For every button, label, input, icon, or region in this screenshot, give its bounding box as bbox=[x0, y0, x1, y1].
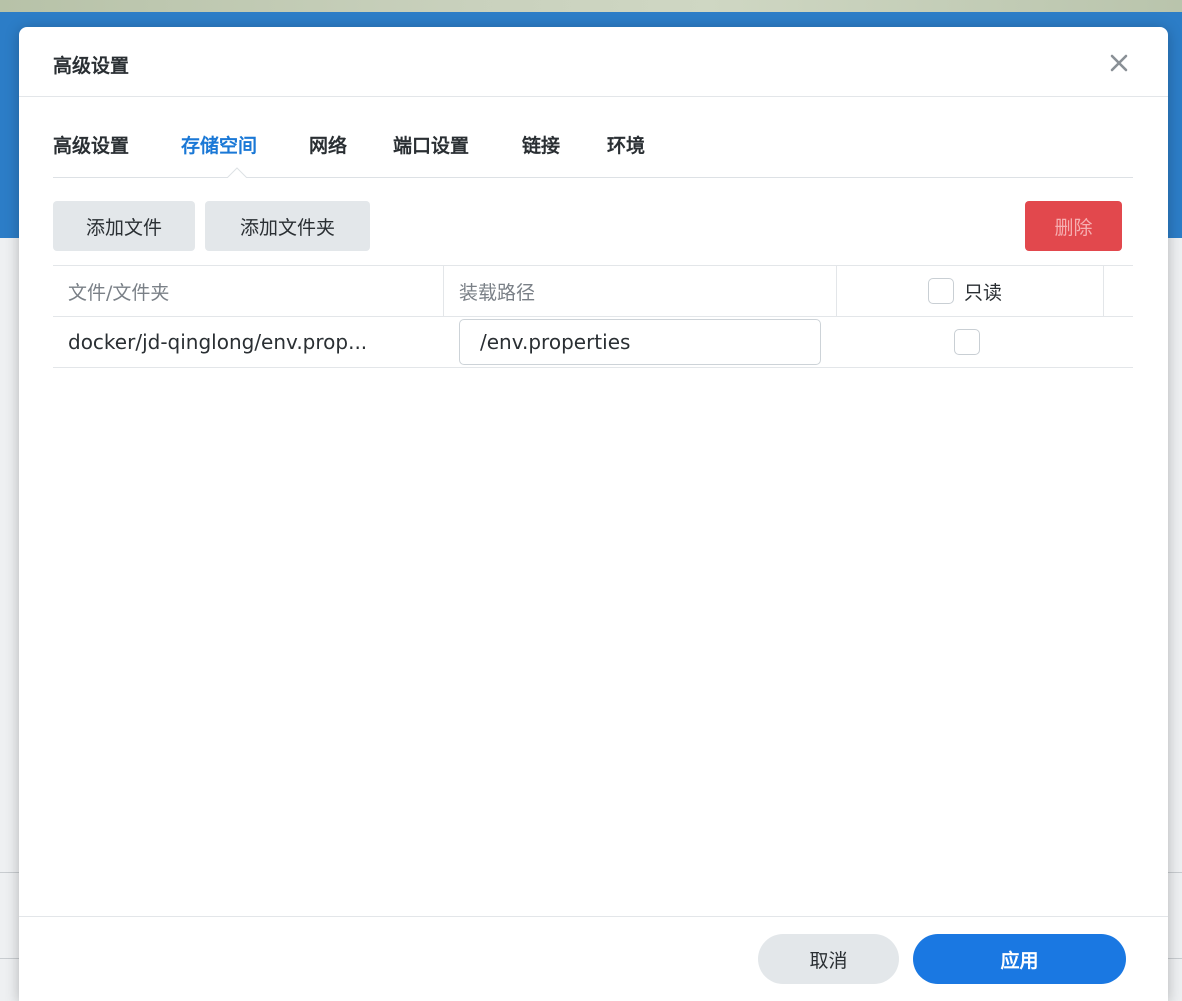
readonly-checkbox[interactable] bbox=[954, 329, 980, 355]
column-header-file-folder[interactable]: 文件/文件夹 bbox=[68, 266, 169, 316]
tab-storage[interactable]: 存储空间 bbox=[181, 131, 257, 158]
column-separator bbox=[836, 266, 837, 316]
column-separator bbox=[1103, 266, 1104, 316]
mount-path-input[interactable] bbox=[459, 319, 821, 365]
table-row[interactable]: docker/jd-qinglong/env.prop... bbox=[53, 317, 1133, 368]
readonly-select-all-checkbox[interactable] bbox=[928, 278, 954, 304]
advanced-settings-dialog: 高级设置 高级设置 存储空间 网络 端口设置 链接 环境 添加文件 添加文件夹 … bbox=[19, 27, 1168, 1001]
footer-divider bbox=[19, 916, 1168, 917]
file-path-cell: docker/jd-qinglong/env.prop... bbox=[68, 330, 368, 354]
readonly-header-label: 只读 bbox=[964, 281, 1003, 304]
cancel-button[interactable]: 取消 bbox=[758, 934, 899, 984]
active-tab-caret-icon bbox=[227, 167, 247, 178]
tabs-divider bbox=[53, 177, 1133, 178]
close-icon[interactable] bbox=[1105, 49, 1133, 77]
tab-links[interactable]: 链接 bbox=[522, 131, 560, 158]
title-divider bbox=[19, 96, 1168, 97]
tab-advanced-settings[interactable]: 高级设置 bbox=[53, 131, 129, 158]
tab-port-settings[interactable]: 端口设置 bbox=[393, 131, 469, 158]
dialog-title: 高级设置 bbox=[53, 55, 130, 77]
table-header: 文件/文件夹 装载路径 只读 bbox=[53, 265, 1133, 317]
delete-button[interactable]: 删除 bbox=[1025, 201, 1122, 251]
column-separator bbox=[443, 266, 444, 316]
add-folder-button[interactable]: 添加文件夹 bbox=[205, 201, 370, 251]
add-file-button[interactable]: 添加文件 bbox=[53, 201, 195, 251]
tab-environment[interactable]: 环境 bbox=[607, 131, 645, 158]
tab-network[interactable]: 网络 bbox=[309, 131, 347, 158]
column-header-mount-path[interactable]: 装载路径 bbox=[459, 266, 535, 316]
background-window-top bbox=[0, 0, 1182, 12]
column-header-readonly: 只读 bbox=[928, 266, 1002, 316]
apply-button[interactable]: 应用 bbox=[913, 934, 1126, 984]
